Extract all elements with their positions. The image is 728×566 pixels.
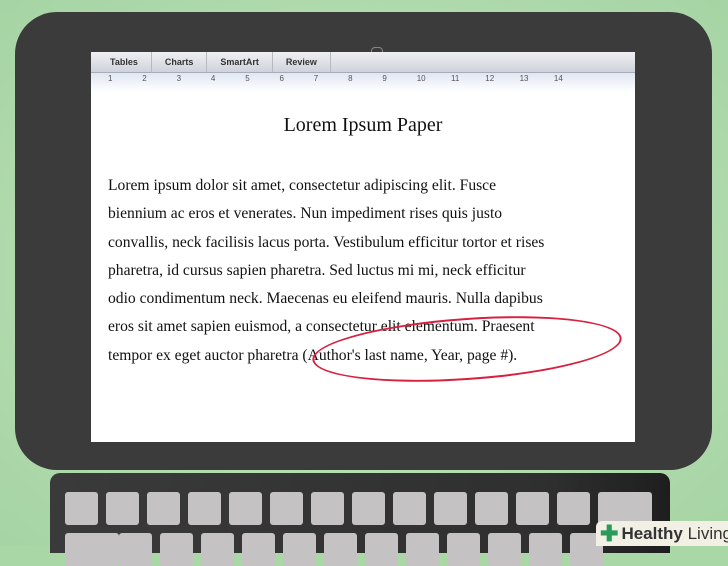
key[interactable]	[160, 533, 193, 566]
key[interactable]	[311, 492, 344, 525]
ribbon-tabs: Tables Charts SmartArt Review	[91, 52, 635, 73]
tab-tables[interactable]: Tables	[97, 52, 152, 72]
document-window: Tables Charts SmartArt Review 1234567891…	[91, 52, 635, 442]
key[interactable]	[529, 533, 562, 566]
ruler-mark: 5	[245, 74, 250, 83]
key[interactable]	[106, 492, 139, 525]
ruler-mark: 2	[142, 74, 147, 83]
key[interactable]	[393, 492, 426, 525]
ruler-mark: 3	[176, 74, 182, 83]
text-line: convallis, neck facilisis lacus porta. V…	[108, 233, 545, 251]
key[interactable]	[201, 533, 234, 566]
text-line: biennium ac eros et venerates. Nun imped…	[108, 205, 503, 223]
text-line: pharetra, id cursus sapien pharetra. Sed…	[108, 261, 526, 279]
text-line: odio condimentum neck. Maecenas eu eleif…	[108, 290, 543, 308]
tab-smartart[interactable]: SmartArt	[207, 52, 273, 72]
ruler-mark: 13	[519, 74, 529, 83]
tab-review[interactable]: Review	[273, 52, 331, 72]
tab-charts[interactable]: Charts	[152, 52, 208, 72]
key[interactable]	[488, 533, 521, 566]
key[interactable]	[365, 533, 398, 566]
ruler-mark: 12	[485, 74, 495, 83]
key[interactable]	[65, 533, 119, 566]
key[interactable]	[147, 492, 180, 525]
key[interactable]	[270, 492, 303, 525]
key[interactable]	[434, 492, 467, 525]
plus-icon: ✚	[600, 520, 619, 546]
watermark-brand: Healthy	[621, 523, 683, 543]
key[interactable]	[188, 492, 221, 525]
document-title: Lorem Ipsum Paper	[283, 114, 443, 136]
ruler-mark: 9	[382, 74, 387, 83]
ruler-mark: 4	[210, 74, 216, 83]
key[interactable]	[229, 492, 262, 525]
ruler-mark: 14	[553, 74, 563, 83]
watermark-logo: ✚ Healthy Living	[596, 521, 728, 546]
ruler-mark: 11	[451, 74, 460, 83]
key[interactable]	[447, 533, 480, 566]
keyboard	[50, 473, 670, 566]
key[interactable]	[242, 533, 275, 566]
key[interactable]	[557, 492, 590, 525]
key[interactable]	[475, 492, 508, 525]
watermark-suffix: Living	[687, 523, 728, 543]
key[interactable]	[65, 492, 98, 525]
key[interactable]	[516, 492, 549, 525]
ruler-mark: 1	[108, 74, 113, 83]
key[interactable]	[283, 533, 316, 566]
key[interactable]	[406, 533, 439, 566]
key[interactable]	[119, 533, 152, 566]
ruler-mark: 10	[416, 74, 426, 83]
ruler-mark: 8	[348, 74, 353, 83]
key[interactable]	[352, 492, 385, 525]
ruler-mark: 6	[279, 74, 284, 83]
ruler-mark: 7	[313, 74, 319, 83]
text-line: Lorem ipsum dolor sit amet, consectetur …	[108, 177, 497, 194]
key[interactable]	[324, 533, 357, 566]
ruler[interactable]: 1 2 3 4 5 6 7 8 9 10 11 12 13 14	[91, 73, 635, 92]
